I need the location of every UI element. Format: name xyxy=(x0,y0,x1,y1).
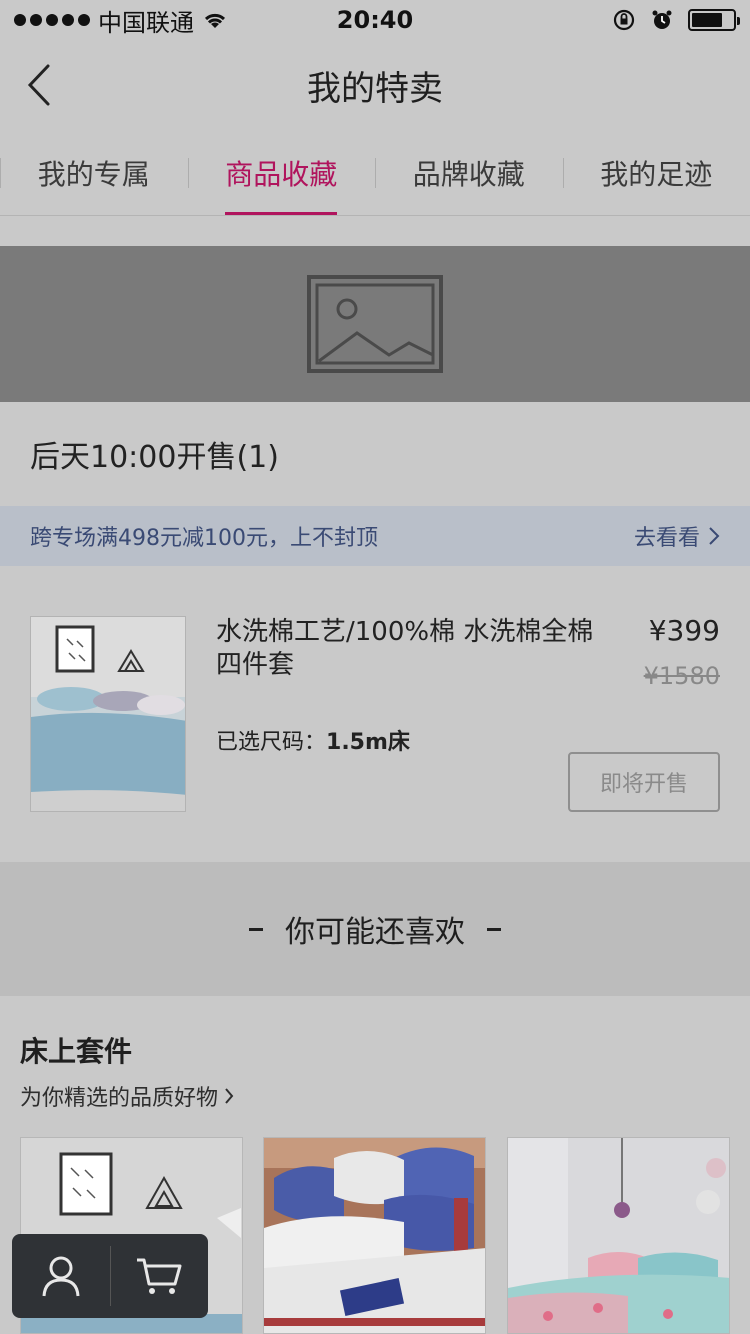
tab-my-history[interactable]: 我的足迹 xyxy=(562,130,750,215)
tab-my-exclusive[interactable]: 我的专属 xyxy=(0,130,188,215)
promo-text: 跨专场满498元减100元，上不封顶 xyxy=(30,526,378,551)
product-image[interactable] xyxy=(30,616,186,812)
tab-label: 商品收藏 xyxy=(225,157,338,191)
promo-link[interactable]: 去看看 xyxy=(634,520,720,552)
cart-icon xyxy=(137,1258,182,1294)
sale-section-title: 后天10:00开售(1) xyxy=(0,402,750,506)
signal-icon xyxy=(14,14,90,26)
size-label: 已选尺码： xyxy=(216,730,327,755)
nav-bar: 我的特卖 xyxy=(0,40,750,130)
status-bar: 中国联通 20:40 xyxy=(0,0,750,40)
category-subtitle-link[interactable]: 为你精选的品质好物 xyxy=(20,1080,234,1112)
rotation-lock-icon xyxy=(613,9,635,31)
category-title: 床上套件 xyxy=(20,1035,133,1068)
battery-icon xyxy=(688,9,740,31)
back-icon[interactable] xyxy=(22,62,62,108)
promo-bar[interactable]: 跨专场满498元减100元，上不封顶 去看看 xyxy=(0,506,750,566)
wifi-icon xyxy=(204,13,226,28)
tab-product-favorites[interactable]: 商品收藏 xyxy=(187,130,376,215)
product-card[interactable]: 水洗棉工艺/100%棉 水洗棉全棉四件套 ¥399 ¥1580 已选尺码：1.5… xyxy=(0,566,750,862)
dash-left xyxy=(249,927,263,931)
status-left: 中国联通 xyxy=(14,3,228,38)
product-title[interactable]: 水洗棉工艺/100%棉 水洗棉全棉四件套 xyxy=(216,616,606,682)
carrier-label: 中国联通 xyxy=(98,8,194,37)
page-title: 我的特卖 xyxy=(307,68,443,109)
product-thumbnail xyxy=(508,1138,729,1333)
dash-right xyxy=(487,927,501,931)
product-original-price: ¥1580 xyxy=(643,662,720,690)
image-placeholder-icon xyxy=(307,275,443,373)
size-value: 1.5m床 xyxy=(326,730,410,755)
user-icon xyxy=(42,1256,80,1297)
banner[interactable] xyxy=(0,246,750,402)
floating-action-bar xyxy=(12,1234,208,1318)
coming-soon-button[interactable]: 即将开售 xyxy=(568,752,720,812)
recommend-header: 你可能还喜欢 xyxy=(0,862,750,996)
tab-brand-favorites[interactable]: 品牌收藏 xyxy=(375,130,563,215)
user-button[interactable] xyxy=(12,1234,110,1318)
alarm-icon xyxy=(652,10,672,29)
tab-bar: 我的专属 商品收藏 品牌收藏 我的足迹 xyxy=(0,130,750,216)
product-price: ¥399 xyxy=(648,614,720,647)
chevron-right-icon xyxy=(709,527,720,545)
recommend-card[interactable] xyxy=(507,1137,730,1334)
promo-link-label: 去看看 xyxy=(633,526,700,551)
recommend-card[interactable] xyxy=(263,1137,486,1334)
cart-button[interactable] xyxy=(111,1234,209,1318)
product-thumbnail xyxy=(264,1138,485,1333)
tab-active-indicator xyxy=(225,212,338,215)
bedding-image xyxy=(31,617,185,811)
tab-label: 我的足迹 xyxy=(600,157,713,191)
tab-label: 品牌收藏 xyxy=(412,157,525,191)
status-right xyxy=(612,8,740,32)
recommend-title: 你可能还喜欢 xyxy=(285,915,465,950)
product-size: 已选尺码：1.5m床 xyxy=(216,724,410,756)
category-subtitle: 为你精选的品质好物 xyxy=(20,1086,219,1111)
tab-label: 我的专属 xyxy=(37,157,150,191)
chevron-right-icon xyxy=(225,1088,234,1104)
